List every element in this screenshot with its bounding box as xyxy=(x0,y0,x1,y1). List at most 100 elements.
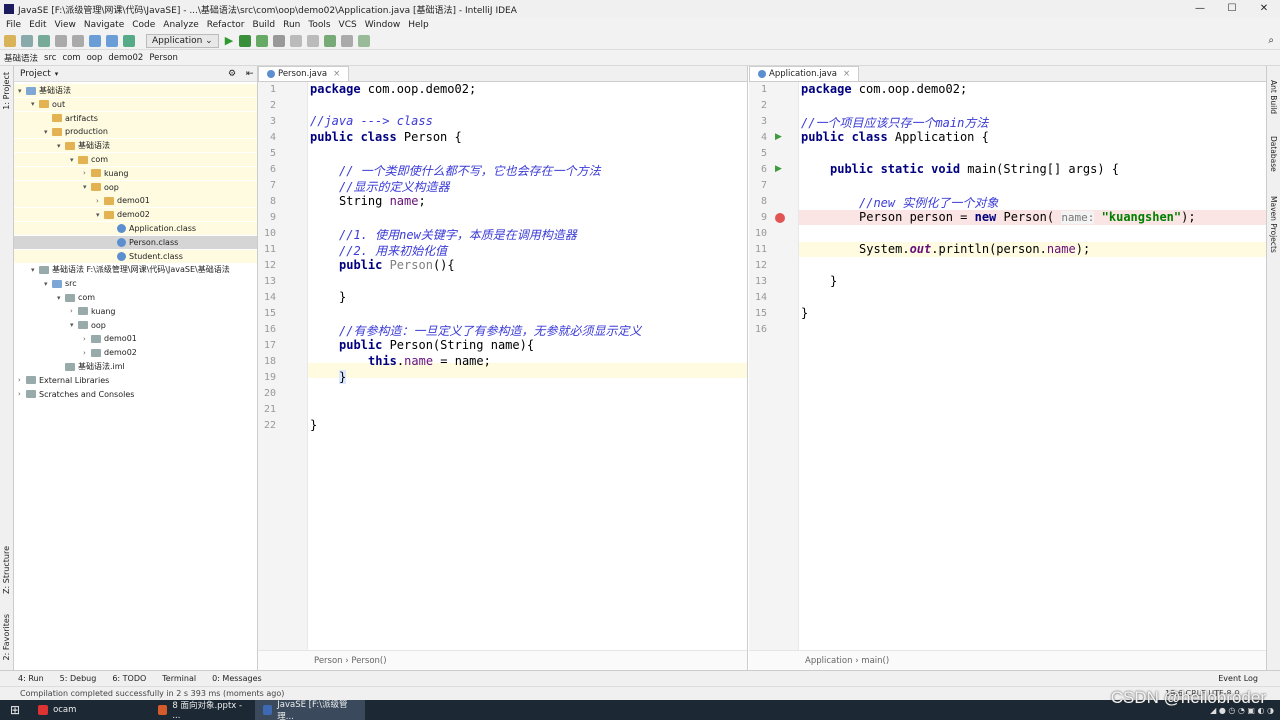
menu-file[interactable]: File xyxy=(6,20,21,30)
tree-item[interactable]: › kuang xyxy=(14,166,257,180)
tree-item[interactable]: ▾ oop xyxy=(14,319,257,332)
menu-code[interactable]: Code xyxy=(132,20,155,30)
chevron-right-icon[interactable]: › xyxy=(18,376,26,384)
tab-person-java[interactable]: Person.java × xyxy=(258,66,350,81)
tree-item[interactable]: ▾ demo02 xyxy=(14,208,257,222)
open-folder-icon[interactable] xyxy=(4,34,16,47)
chevron-down-icon[interactable]: ▾ xyxy=(31,266,39,274)
tree-item[interactable]: › kuang xyxy=(14,305,257,318)
tree-item[interactable]: ▾ com xyxy=(14,291,257,304)
redo-icon[interactable] xyxy=(72,34,84,47)
run-tool-button[interactable]: 4: Run xyxy=(18,674,44,683)
tree-item[interactable]: ▾ 基础语法 xyxy=(14,84,257,97)
structure-tool-button[interactable]: Z: Structure xyxy=(2,546,11,594)
chevron-right-icon[interactable]: › xyxy=(83,335,91,343)
breadcrumb-item[interactable]: demo02 xyxy=(108,53,143,63)
menu-help[interactable]: Help xyxy=(408,20,429,30)
start-button[interactable]: ⊞ xyxy=(0,700,30,720)
tab-application-java[interactable]: Application.java × xyxy=(749,66,860,81)
breadcrumb-item[interactable]: 基础语法 xyxy=(4,52,38,64)
chevron-right-icon[interactable]: › xyxy=(83,349,91,357)
save-icon[interactable] xyxy=(21,34,33,47)
chevron-down-icon[interactable]: ▾ xyxy=(83,183,91,191)
breadcrumb-item[interactable]: Person xyxy=(149,53,178,63)
coverage-icon[interactable] xyxy=(256,34,269,47)
event-log-button[interactable]: Event Log xyxy=(1218,674,1258,683)
close-icon[interactable]: × xyxy=(843,68,850,81)
maven-tool-button[interactable]: Maven Projects xyxy=(1269,196,1278,253)
menu-navigate[interactable]: Navigate xyxy=(84,20,124,30)
tree-item[interactable]: ▾ out xyxy=(14,97,257,111)
tree-item[interactable]: 基础语法.iml xyxy=(14,360,257,373)
menu-view[interactable]: View xyxy=(55,20,76,30)
chevron-right-icon[interactable]: › xyxy=(70,307,78,315)
tree-item[interactable]: › Scratches and Consoles xyxy=(14,388,257,401)
tree-item[interactable]: ▾ 基础语法 F:\派级管理\网课\代码\JavaSE\基础语法 xyxy=(14,263,257,276)
project-panel-title[interactable]: Project xyxy=(20,69,51,79)
tree-item[interactable]: › External Libraries xyxy=(14,374,257,387)
breadcrumb-item[interactable]: com xyxy=(62,53,80,63)
menu-build[interactable]: Build xyxy=(253,20,276,30)
project-structure-icon[interactable] xyxy=(307,34,320,47)
ant-build-tool-button[interactable]: Ant Build xyxy=(1269,80,1278,114)
tree-item[interactable]: Application.class xyxy=(14,222,257,235)
tree-item[interactable]: Student.class xyxy=(14,249,257,263)
stop-icon[interactable] xyxy=(273,34,286,47)
collapse-icon[interactable]: ⇤ xyxy=(246,69,254,79)
structure-icon[interactable] xyxy=(290,34,303,47)
menu-run[interactable]: Run xyxy=(283,20,300,30)
breadcrumb-item[interactable]: src xyxy=(44,53,56,63)
vcs-icon[interactable] xyxy=(358,34,371,47)
menu-analyze[interactable]: Analyze xyxy=(163,20,198,30)
chevron-down-icon[interactable]: ▾ xyxy=(57,294,65,302)
menu-edit[interactable]: Edit xyxy=(29,20,46,30)
tree-item[interactable]: › demo02 xyxy=(14,346,257,359)
settings-icon[interactable] xyxy=(324,34,337,47)
code-area[interactable]: package com.oop.demo02; //一个项目应该只存一个main… xyxy=(749,82,1266,650)
tree-item[interactable]: ▾ oop xyxy=(14,180,257,194)
messages-tool-button[interactable]: 0: Messages xyxy=(212,674,262,683)
tree-item[interactable]: › demo01 xyxy=(14,194,257,208)
chevron-down-icon[interactable]: ▾ xyxy=(44,280,52,288)
chevron-down-icon[interactable]: ▾ xyxy=(70,321,78,329)
sdk-icon[interactable] xyxy=(341,34,354,47)
chevron-down-icon[interactable]: ▾ xyxy=(96,211,104,219)
run-icon[interactable]: ▶ xyxy=(225,34,233,47)
tree-item[interactable]: Person.class xyxy=(14,235,257,249)
chevron-down-icon[interactable]: ▾ xyxy=(18,87,26,95)
breadcrumb-item[interactable]: oop xyxy=(87,53,103,63)
chevron-down-icon[interactable]: ▾ xyxy=(57,142,65,150)
chevron-right-icon[interactable]: › xyxy=(83,169,91,177)
project-tool-button[interactable]: 1: Project xyxy=(2,72,11,110)
tree-item[interactable]: ▾ production xyxy=(14,125,257,139)
menu-vcs[interactable]: VCS xyxy=(339,20,357,30)
tree-item[interactable]: ▾ 基础语法 xyxy=(14,139,257,153)
taskbar-item-intellij[interactable]: JavaSE [F:\派级管理... xyxy=(255,700,366,722)
database-tool-button[interactable]: Database xyxy=(1269,136,1278,172)
chevron-right-icon[interactable]: › xyxy=(18,390,26,398)
editor-breadcrumb[interactable]: Application › main() xyxy=(749,650,1266,670)
chevron-down-icon[interactable]: ▾ xyxy=(70,156,78,164)
sync-icon[interactable] xyxy=(38,34,50,47)
back-icon[interactable] xyxy=(89,34,101,47)
tree-item[interactable]: › demo01 xyxy=(14,332,257,345)
run-configuration-select[interactable]: Application ⌄ xyxy=(146,33,219,48)
search-everywhere-icon[interactable]: ⌕ xyxy=(1268,35,1274,46)
taskbar-item-ocam[interactable]: ocam xyxy=(30,700,150,720)
menu-refactor[interactable]: Refactor xyxy=(207,20,245,30)
chevron-down-icon[interactable]: ▾ xyxy=(44,128,52,136)
undo-icon[interactable] xyxy=(55,34,67,47)
menu-window[interactable]: Window xyxy=(365,20,401,30)
todo-tool-button[interactable]: 6: TODO xyxy=(112,674,146,683)
menu-tools[interactable]: Tools xyxy=(308,20,330,30)
debug-icon[interactable] xyxy=(239,34,252,47)
debug-tool-button[interactable]: 5: Debug xyxy=(60,674,97,683)
forward-icon[interactable] xyxy=(106,34,118,47)
tree-item[interactable]: artifacts xyxy=(14,111,257,125)
tree-item[interactable]: ▾ src xyxy=(14,277,257,290)
chevron-right-icon[interactable]: › xyxy=(96,197,104,205)
close-button[interactable]: ✕ xyxy=(1248,0,1280,18)
taskbar-item-pptx[interactable]: 8 面向对象.pptx - ... xyxy=(150,700,255,721)
tree-item[interactable]: ▾ com xyxy=(14,153,257,166)
chevron-down-icon[interactable]: ▾ xyxy=(31,100,39,108)
